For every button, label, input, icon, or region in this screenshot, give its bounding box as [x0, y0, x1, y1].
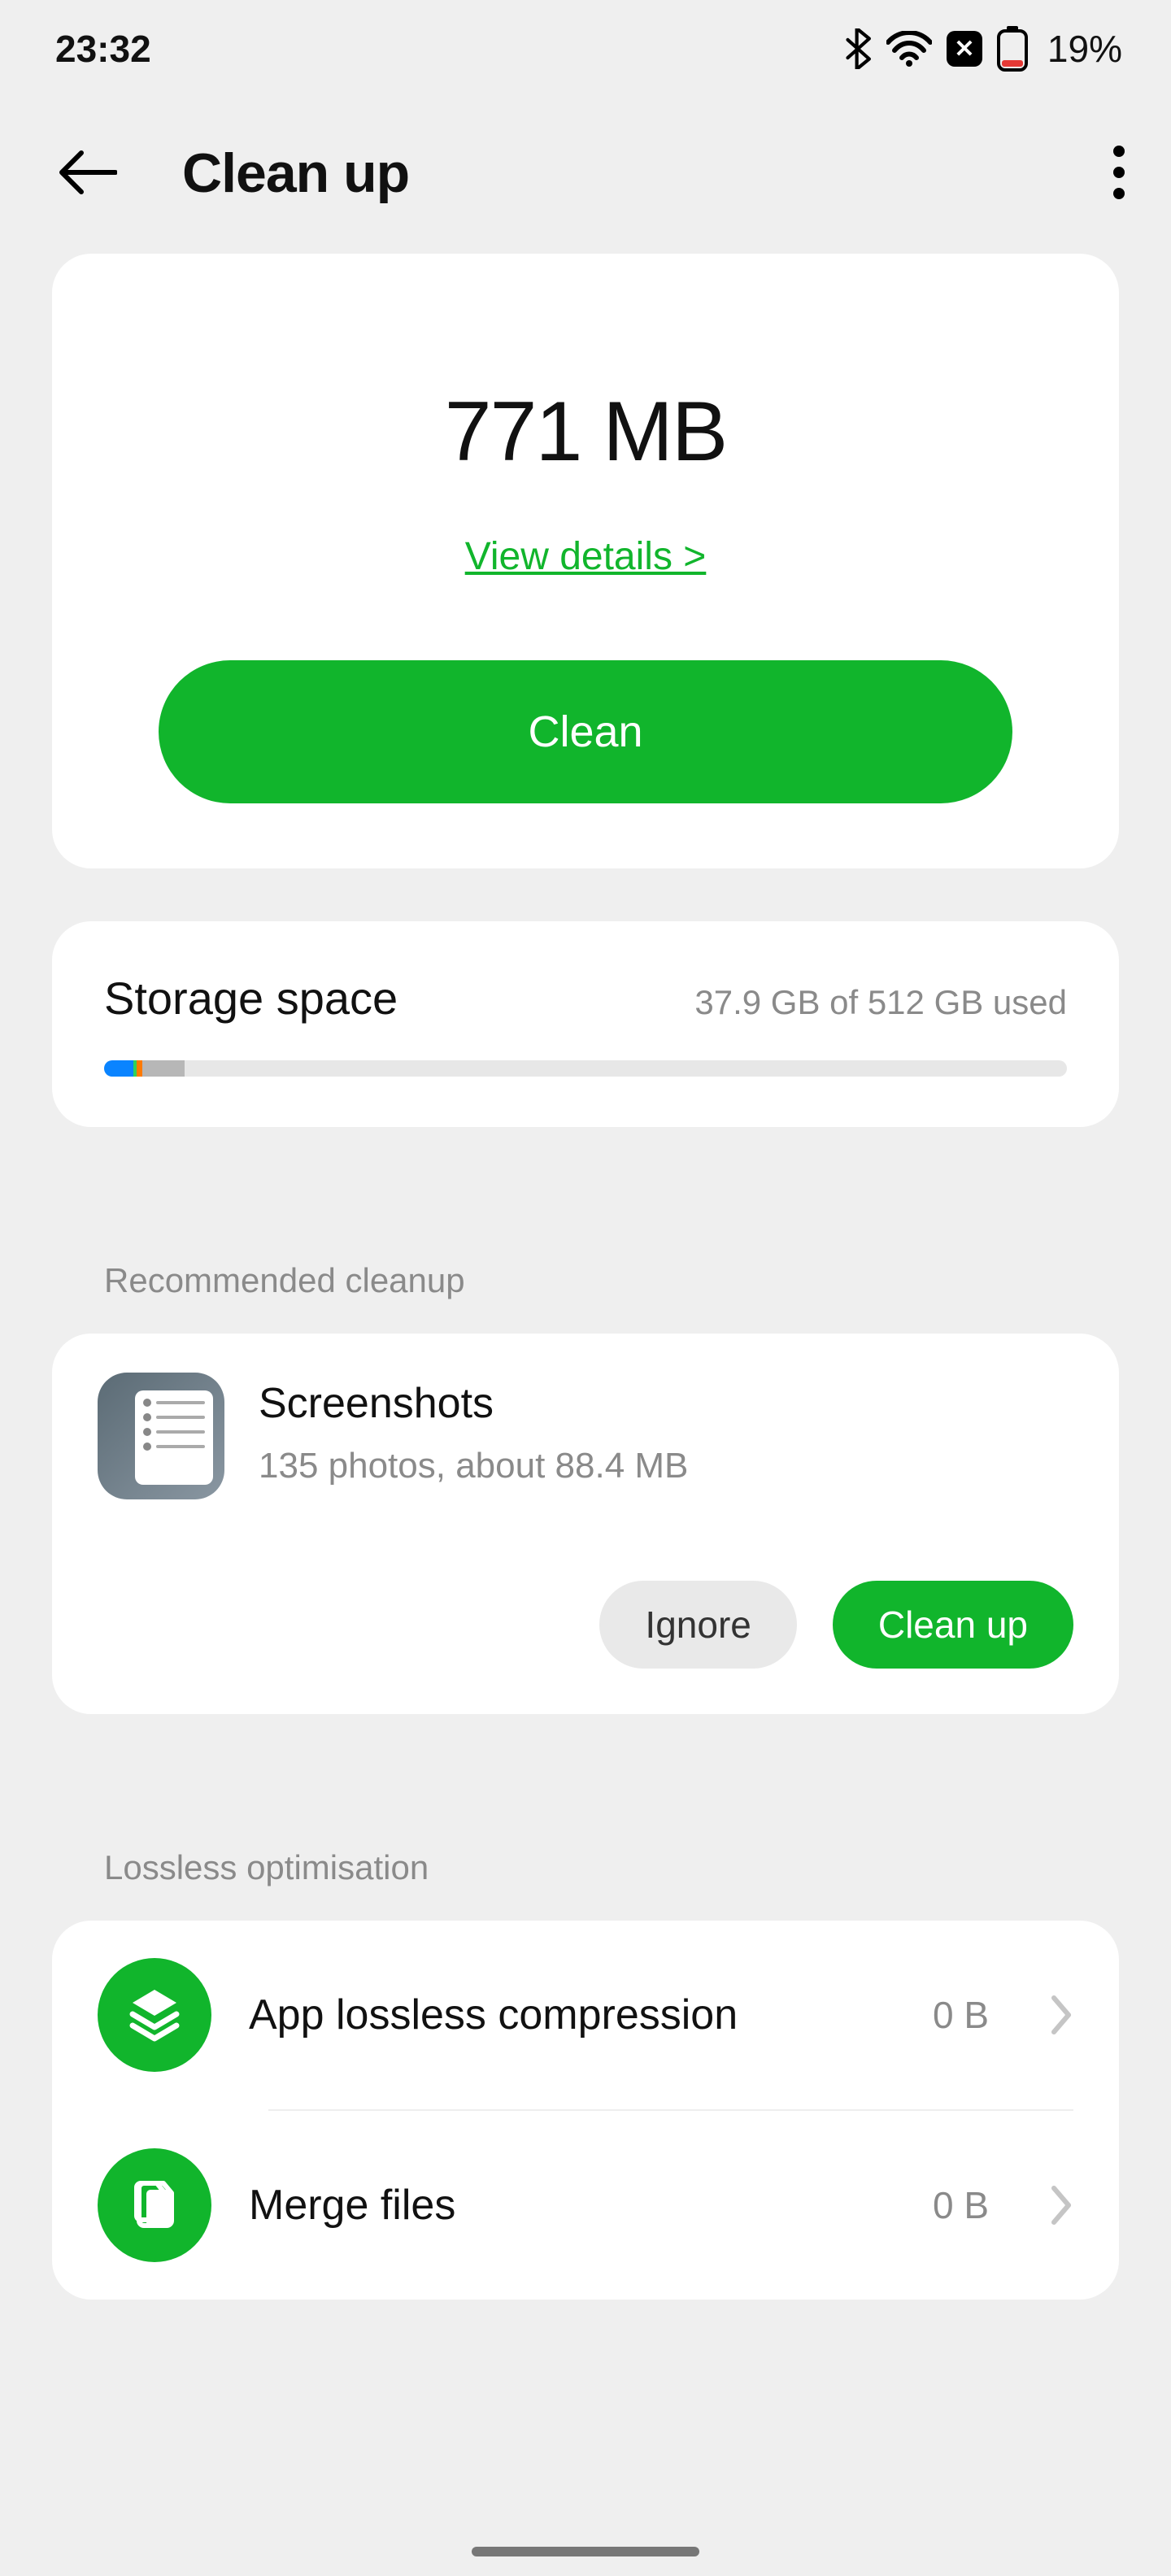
status-time: 23:32 — [55, 27, 151, 71]
app-header: Clean up — [0, 98, 1171, 254]
files-icon — [98, 2148, 211, 2262]
nav-handle[interactable] — [472, 2547, 699, 2556]
clean-button[interactable]: Clean — [159, 660, 1012, 803]
cleanup-button[interactable]: Clean up — [833, 1581, 1073, 1669]
lossless-compression-item[interactable]: App lossless compression 0 B — [98, 1921, 1073, 2109]
layers-icon — [98, 1958, 211, 2072]
wifi-icon — [886, 31, 932, 67]
back-button[interactable] — [59, 148, 117, 199]
view-details-link[interactable]: View details > — [465, 534, 707, 579]
storage-card[interactable]: Storage space 37.9 GB of 512 GB used — [52, 921, 1119, 1127]
list-item-title: Merge files — [249, 2181, 895, 2230]
cleanable-card: 771 MB View details > Clean — [52, 254, 1119, 868]
battery-icon — [997, 26, 1028, 72]
more-vert-icon — [1112, 143, 1125, 202]
storage-usage-text: 37.9 GB of 512 GB used — [694, 983, 1067, 1022]
status-bar: 23:32 ✕ 19% — [0, 0, 1171, 98]
list-item-value: 0 B — [933, 2183, 989, 2227]
list-item-title: App lossless compression — [249, 1991, 895, 2039]
status-right: ✕ 19% — [844, 26, 1122, 72]
lossless-section-label: Lossless optimisation — [52, 1848, 1119, 1887]
recommended-section-label: Recommended cleanup — [52, 1261, 1119, 1300]
arrow-left-icon — [59, 148, 117, 197]
no-sim-icon: ✕ — [947, 31, 982, 67]
chevron-right-icon — [1049, 2185, 1073, 2226]
recommended-subtitle: 135 photos, about 88.4 MB — [259, 1446, 1073, 1486]
list-item-value: 0 B — [933, 1993, 989, 2037]
cleanable-size: 771 MB — [445, 384, 726, 481]
battery-percent: 19% — [1047, 27, 1122, 71]
storage-bar — [104, 1060, 1067, 1077]
storage-title: Storage space — [104, 972, 398, 1025]
recommended-card: Screenshots 135 photos, about 88.4 MB Ig… — [52, 1334, 1119, 1714]
page-title: Clean up — [182, 141, 409, 205]
chevron-right-icon — [1049, 1995, 1073, 2035]
recommended-title: Screenshots — [259, 1379, 1073, 1428]
bluetooth-icon — [844, 28, 872, 69]
lossless-list: App lossless compression 0 B Merge files… — [52, 1921, 1119, 2300]
screenshots-thumbnail — [98, 1373, 224, 1499]
merge-files-item[interactable]: Merge files 0 B — [98, 2111, 1073, 2300]
ignore-button[interactable]: Ignore — [599, 1581, 796, 1669]
more-options-button[interactable] — [1112, 143, 1125, 204]
